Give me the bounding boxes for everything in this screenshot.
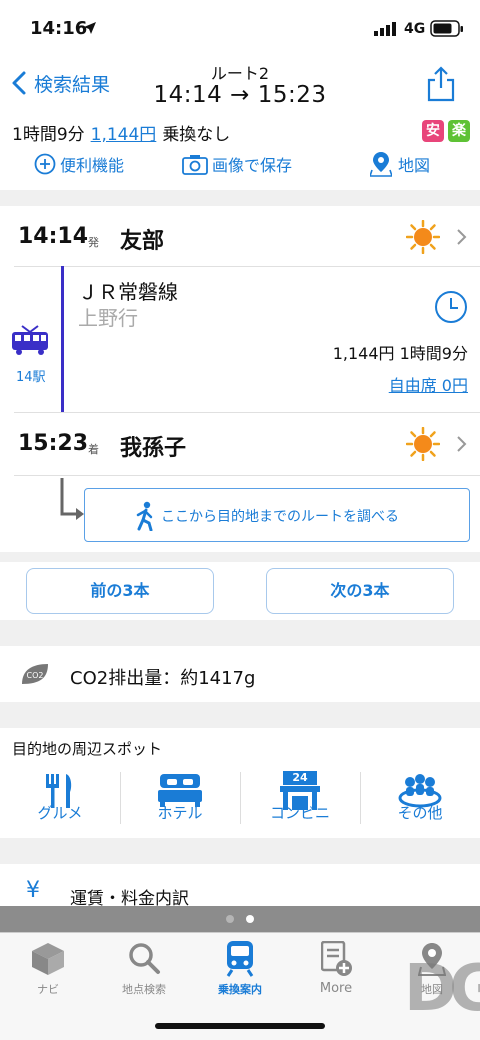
map-pin-icon [370, 152, 392, 177]
tab-navi-label: ナビ [37, 983, 59, 996]
page-dot-active[interactable] [246, 915, 254, 923]
map-button[interactable]: 地図 [370, 150, 430, 178]
spot-other-label: その他 [397, 804, 443, 822]
co2-section: CO2 CO2排出量：約1417g [0, 646, 480, 702]
route-summary: 1時間9分 1,144円 乗換なし 安 楽 便利機能 画像で保存 地図 [0, 114, 480, 190]
spot-hotel[interactable]: ホテル [120, 728, 240, 838]
network-type: 4G [404, 21, 426, 37]
route-to-destination-label: ここから目的地までのルートを調べる [161, 509, 399, 525]
summary-line: 1時間9分 1,144円 乗換なし [12, 120, 231, 145]
save-image-label: 画像で保存 [212, 156, 293, 175]
tab-more-label: More [319, 981, 353, 996]
watermark-logo: DG [404, 952, 480, 1026]
spot-convenience[interactable]: 24 コンビニ [240, 728, 360, 838]
arrival-station: 我孫子 [120, 436, 187, 461]
save-image-button[interactable]: 画像で保存 [182, 152, 292, 176]
convenience-24-badge: 24 [283, 771, 317, 785]
safe-badge: 安 [422, 120, 444, 142]
stop-count: 14駅 [16, 370, 46, 385]
departure-mark: 発 [88, 236, 99, 249]
plus-circle-icon [34, 153, 56, 175]
co2-icon-text: CO2 [27, 671, 44, 680]
nearby-spots-section: 目的地の周辺スポット グルメ ホテル 24 コンビニ その他 [0, 728, 480, 838]
prev-next-section: 前の3本 次の3本 [0, 562, 480, 620]
next-3-button[interactable]: 次の3本 [266, 568, 454, 614]
chevron-right-icon [457, 436, 467, 452]
navigation-bar: 検索結果 ルート2 14:14 → 15:23 [0, 54, 480, 114]
departure-row[interactable]: 14:14 発 友部 [0, 206, 480, 266]
departure-time: 14:14 [18, 224, 89, 249]
arrival-mark: 着 [88, 443, 99, 456]
line-direction: 上野行 [78, 306, 138, 330]
departure-station: 友部 [120, 229, 165, 254]
clock-icon[interactable] [434, 290, 468, 324]
chevron-right-icon [457, 229, 467, 245]
line-name: ＪＲ常磐線 [78, 280, 178, 304]
fare-link[interactable]: 1,144円 [91, 120, 157, 145]
spot-hotel-label: ホテル [157, 804, 203, 822]
map-label: 地図 [398, 156, 431, 175]
easy-badge: 楽 [448, 120, 470, 142]
features-button[interactable]: 便利機能 [34, 152, 124, 176]
fare-detail-row[interactable]: ¥ 運賃・料金内訳 [0, 864, 480, 910]
tab-more[interactable]: More [288, 933, 384, 1013]
search-icon [129, 943, 160, 974]
free-seat-link[interactable]: 自由席 0円 [296, 372, 468, 396]
home-indicator[interactable] [155, 1023, 325, 1029]
tab-bar: ナビ 地点検索 乗換案内 More 地図 DG [0, 932, 480, 1040]
yen-icon: ¥ [26, 878, 40, 903]
spot-gourmet[interactable]: グルメ [0, 728, 120, 838]
co2-leaf-icon: CO2 [22, 664, 48, 684]
location-arrow-icon [84, 22, 96, 34]
camera-icon [182, 155, 208, 175]
page-dot[interactable] [226, 915, 234, 923]
battery-icon [430, 20, 463, 37]
signal-icon [374, 22, 396, 36]
walking-icon [136, 501, 153, 531]
route-to-destination-button[interactable]: ここから目的地までのルートを調べる [84, 488, 470, 542]
train-front-icon [226, 941, 254, 977]
duration-text: 1時間9分 [12, 124, 85, 145]
tab-navi[interactable]: ナビ [0, 933, 96, 1013]
co2-text: CO2排出量：約1417g [70, 668, 256, 689]
spot-convenience-label: コンビニ [269, 804, 330, 822]
tab-transit[interactable]: 乗換案内 [192, 933, 288, 1013]
prev-3-button[interactable]: 前の3本 [26, 568, 214, 614]
tab-place-search[interactable]: 地点検索 [96, 933, 192, 1013]
segment-fare-time: 1,144円 1時間9分 [332, 344, 468, 363]
share-icon[interactable] [426, 66, 456, 102]
arrival-time: 15:23 [18, 431, 89, 456]
tab-place-search-label: 地点検索 [122, 983, 166, 996]
sun-icon [406, 427, 440, 461]
spot-other[interactable]: その他 [360, 728, 480, 838]
features-label: 便利機能 [60, 156, 125, 175]
sun-icon [406, 220, 440, 254]
tab-transit-label: 乗換案内 [218, 983, 262, 996]
page-indicator-bar [0, 906, 480, 932]
status-bar: 14:16 4G [0, 0, 480, 54]
arrival-row[interactable]: 15:23 着 我孫子 [0, 413, 480, 475]
spot-gourmet-label: グルメ [37, 804, 83, 822]
transfer-text: 乗換なし [162, 124, 231, 145]
route-times: 14:14 → 15:23 [153, 82, 327, 108]
train-line-bar [61, 266, 64, 412]
route-detail-card: 14:14 発 友部 14駅 ＪＲ常磐線 上野行 1,144円 1時間9分 自由… [0, 206, 480, 552]
navi-cube-icon [32, 943, 64, 975]
status-time: 14:16 [30, 18, 88, 39]
document-plus-icon [321, 941, 352, 976]
train-icon [12, 325, 48, 355]
route-name: ルート2 [210, 64, 270, 83]
